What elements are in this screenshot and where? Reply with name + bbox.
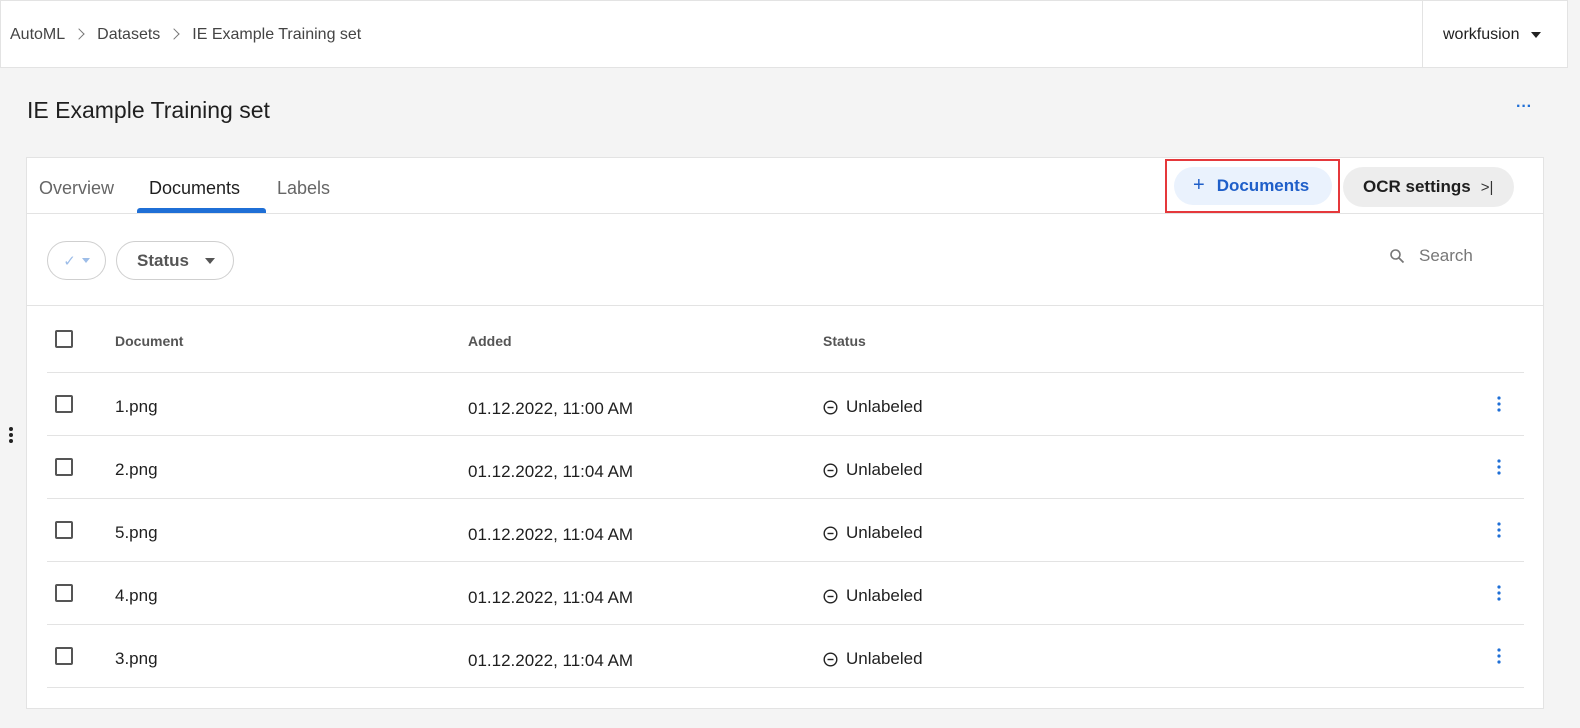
row-checkbox[interactable]: [55, 521, 73, 539]
active-tab-indicator: [137, 208, 266, 213]
chevron-to-end-icon: >|: [1480, 178, 1494, 196]
caret-down-icon: [204, 257, 215, 264]
status-cell: Unlabeled: [823, 397, 923, 417]
added-date: 01.12.2022, 11:04 AM: [468, 651, 634, 670]
caret-down-icon: [1531, 31, 1542, 38]
row-checkbox[interactable]: [55, 458, 73, 476]
breadcrumb-datasets[interactable]: Datasets: [97, 26, 160, 44]
table-row[interactable]: 1.png 01.12.2022, 11:00 AM Unlabeled: [47, 373, 1524, 436]
add-documents-label: Documents: [1216, 176, 1310, 195]
document-name[interactable]: 1.png: [115, 397, 158, 417]
row-checkbox[interactable]: [55, 584, 73, 602]
row-menu-icon[interactable]: [1495, 647, 1503, 665]
document-name[interactable]: 3.png: [115, 649, 158, 669]
tab-labels[interactable]: Labels: [277, 178, 330, 199]
dataset-card: Overview Documents Labels + Documents OC…: [26, 157, 1544, 709]
row-checkbox[interactable]: [55, 395, 73, 413]
row-menu-icon[interactable]: [1495, 584, 1503, 602]
bulk-select-filter[interactable]: ✓: [47, 241, 106, 280]
account-name: workfusion: [1443, 25, 1520, 43]
added-date: 01.12.2022, 11:04 AM: [468, 588, 634, 607]
status-cell: Unlabeled: [823, 586, 923, 606]
row-menu-icon[interactable]: [1495, 521, 1503, 539]
row-checkbox[interactable]: [55, 647, 73, 665]
status-cell: Unlabeled: [823, 523, 923, 543]
status-cell: Unlabeled: [823, 649, 923, 669]
column-header-document[interactable]: Document: [115, 333, 183, 349]
select-all-checkbox[interactable]: [55, 330, 73, 348]
added-date: 01.12.2022, 11:00 AM: [468, 399, 634, 418]
column-header-status[interactable]: Status: [823, 333, 866, 349]
added-date: 01.12.2022, 11:04 AM: [468, 525, 634, 544]
documents-table: Document Added Status 1.png 01.12.2022, …: [47, 308, 1524, 688]
status-cell: Unlabeled: [823, 460, 923, 480]
unlabeled-icon: [823, 588, 838, 604]
table-row[interactable]: 2.png 01.12.2022, 11:04 AM Unlabeled: [47, 436, 1524, 499]
table-row[interactable]: 4.png 01.12.2022, 11:04 AM Unlabeled: [47, 562, 1524, 625]
status-text: Unlabeled: [846, 586, 923, 605]
ocr-settings-label: OCR settings: [1363, 177, 1471, 196]
check-icon: ✓: [63, 252, 76, 270]
column-header-added[interactable]: Added: [468, 333, 512, 349]
row-menu-icon[interactable]: [1495, 395, 1503, 413]
table-header: Document Added Status: [47, 308, 1524, 373]
chevron-right-icon: [73, 28, 85, 40]
tab-bar: Overview Documents Labels + Documents OC…: [27, 158, 1543, 214]
document-name[interactable]: 4.png: [115, 586, 158, 606]
breadcrumb: AutoML Datasets IE Example Training set: [10, 26, 361, 44]
table-row[interactable]: 3.png 01.12.2022, 11:04 AM Unlabeled: [47, 625, 1524, 688]
status-filter-label: Status: [137, 250, 189, 270]
status-text: Unlabeled: [846, 649, 923, 668]
status-text: Unlabeled: [846, 460, 923, 479]
unlabeled-icon: [823, 399, 838, 415]
filter-bar: ✓ Status Search: [27, 215, 1543, 306]
status-filter[interactable]: Status: [116, 241, 234, 280]
chevron-right-icon: [168, 28, 180, 40]
ocr-settings-button[interactable]: OCR settings >|: [1343, 167, 1514, 207]
more-options-button[interactable]: ···: [1510, 99, 1538, 122]
page-title: IE Example Training set: [27, 97, 270, 123]
breadcrumb-automl[interactable]: AutoML: [10, 26, 65, 44]
account-menu[interactable]: workfusion: [1422, 1, 1569, 68]
unlabeled-icon: [823, 462, 838, 478]
drag-handle-icon[interactable]: [8, 426, 14, 444]
caret-down-icon: [81, 258, 90, 263]
status-text: Unlabeled: [846, 397, 923, 416]
unlabeled-icon: [823, 651, 838, 667]
document-name[interactable]: 5.png: [115, 523, 158, 543]
tab-overview[interactable]: Overview: [39, 178, 114, 199]
document-name[interactable]: 2.png: [115, 460, 158, 480]
breadcrumb-current: IE Example Training set: [192, 26, 362, 43]
unlabeled-icon: [823, 525, 838, 541]
search-icon: [1390, 249, 1405, 264]
search-input[interactable]: Search: [1389, 246, 1473, 266]
table-row[interactable]: 5.png 01.12.2022, 11:04 AM Unlabeled: [47, 499, 1524, 562]
plus-icon: +: [1193, 173, 1205, 196]
add-documents-button[interactable]: + Documents: [1174, 167, 1332, 205]
search-placeholder: Search: [1419, 246, 1473, 265]
row-menu-icon[interactable]: [1495, 458, 1503, 476]
status-text: Unlabeled: [846, 523, 923, 542]
top-bar: AutoML Datasets IE Example Training set …: [0, 0, 1568, 68]
added-date: 01.12.2022, 11:04 AM: [468, 462, 634, 481]
tab-documents[interactable]: Documents: [149, 178, 240, 199]
